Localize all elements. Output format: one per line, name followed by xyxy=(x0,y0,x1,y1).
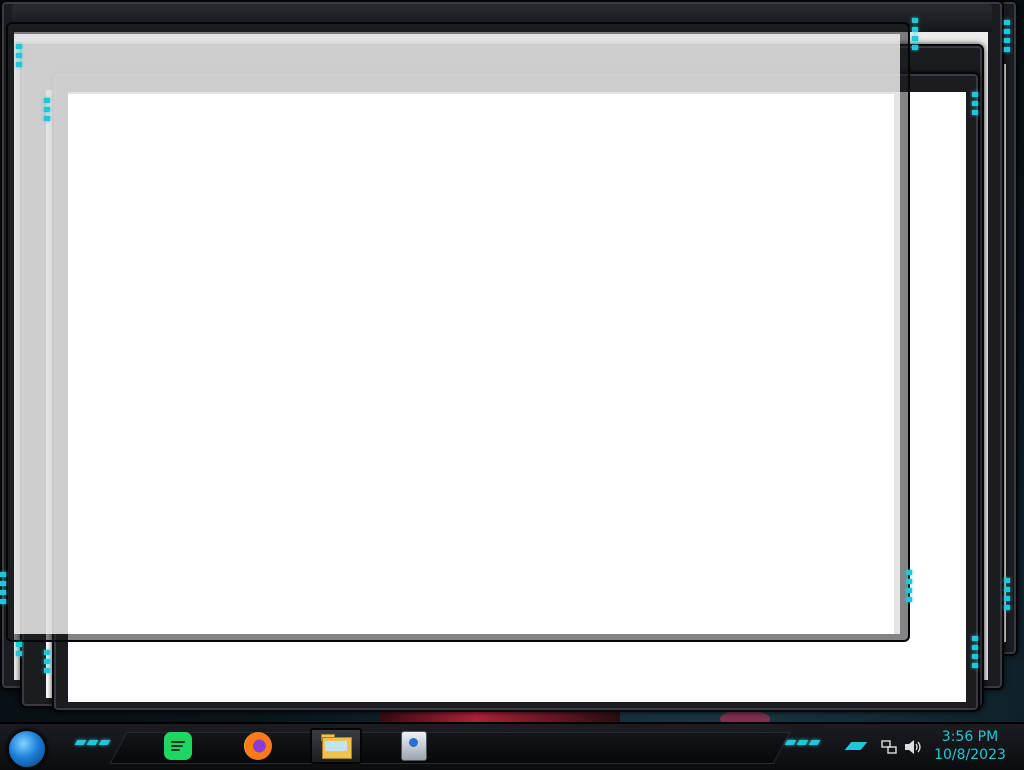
frame-accent xyxy=(16,44,22,71)
taskbar-band xyxy=(109,732,791,764)
volume-icon[interactable] xyxy=(904,738,922,756)
taskbar-app-firefox[interactable] xyxy=(238,728,278,764)
frame-accent xyxy=(1004,578,1010,614)
taskbar-app-control-panel[interactable] xyxy=(394,728,434,764)
frame-accent xyxy=(912,18,918,54)
firefox-icon xyxy=(244,732,272,760)
clock-date: 10/8/2023 xyxy=(934,747,1006,763)
frame-accent xyxy=(972,92,978,119)
desktop[interactable] xyxy=(0,0,1024,768)
control-panel-icon xyxy=(401,731,427,761)
spotify-icon xyxy=(164,732,192,760)
frame-accent xyxy=(44,650,50,677)
clock-time: 3:56 PM xyxy=(941,729,999,745)
frame-accent xyxy=(0,572,6,608)
taskbar-accent xyxy=(784,740,821,745)
taskbar-accent xyxy=(74,740,111,745)
taskbar-app-file-explorer[interactable] xyxy=(310,728,362,764)
window-frame[interactable] xyxy=(6,22,910,642)
window-client-area xyxy=(68,94,894,634)
frame-accent xyxy=(44,98,50,125)
frame-accent xyxy=(906,570,912,606)
frame-accent xyxy=(1004,20,1010,56)
frame-accent xyxy=(16,642,22,660)
folder-icon xyxy=(321,733,352,759)
start-button[interactable] xyxy=(7,729,47,769)
taskbar xyxy=(0,722,1024,770)
taskbar-app-spotify[interactable] xyxy=(158,728,198,764)
network-icon[interactable] xyxy=(880,738,898,756)
frame-accent xyxy=(972,636,978,672)
taskbar-clock[interactable]: 3:56 PM 10/8/2023 xyxy=(932,728,1008,764)
